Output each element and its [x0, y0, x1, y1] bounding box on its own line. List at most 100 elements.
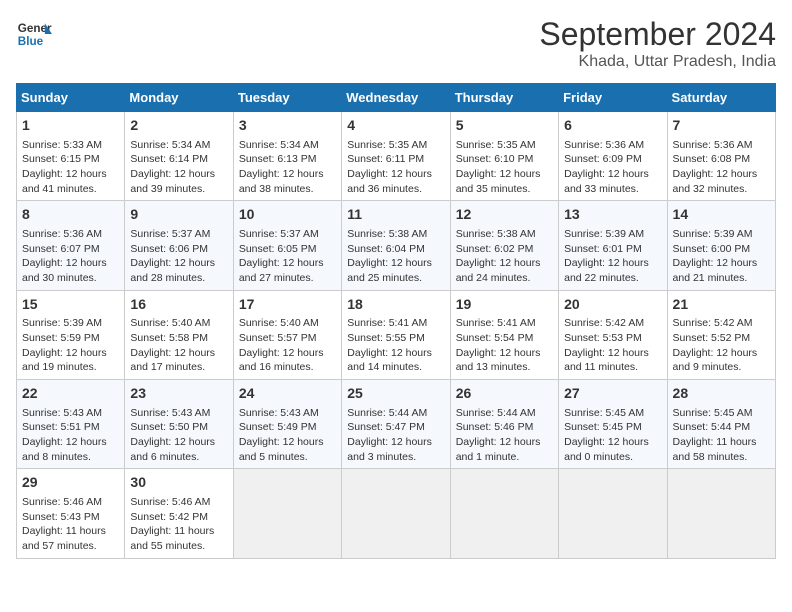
day-number: 25 [347, 384, 444, 404]
calendar-day-cell [559, 469, 667, 558]
day-info: Sunrise: 5:37 AMSunset: 6:06 PMDaylight:… [130, 228, 215, 284]
day-info: Sunrise: 5:33 AMSunset: 6:15 PMDaylight:… [22, 139, 107, 195]
title-area: September 2024 Khada, Uttar Pradesh, Ind… [539, 16, 776, 71]
day-info: Sunrise: 5:35 AMSunset: 6:10 PMDaylight:… [456, 139, 541, 195]
calendar-day-cell: 2Sunrise: 5:34 AMSunset: 6:14 PMDaylight… [125, 112, 233, 201]
calendar-day-cell: 17Sunrise: 5:40 AMSunset: 5:57 PMDayligh… [233, 290, 341, 379]
day-number: 10 [239, 205, 336, 225]
day-number: 26 [456, 384, 553, 404]
calendar-week-row: 1 Sunrise: 5:33 AMSunset: 6:15 PMDaylight… [17, 112, 776, 201]
calendar-day-cell: 25 Sunrise: 5:44 AMSunset: 5:47 PMDayligh… [342, 380, 450, 469]
day-info: Sunrise: 5:43 AMSunset: 5:49 PMDaylight:… [239, 407, 324, 463]
header-thursday: Thursday [450, 84, 558, 112]
day-info: Sunrise: 5:39 AMSunset: 6:00 PMDaylight:… [673, 228, 758, 284]
calendar-week-row: 29 Sunrise: 5:46 AMSunset: 5:43 PMDayligh… [17, 469, 776, 558]
calendar-day-cell: 15Sunrise: 5:39 AMSunset: 5:59 PMDayligh… [17, 290, 125, 379]
day-number: 19 [456, 295, 553, 315]
day-number: 23 [130, 384, 227, 404]
day-number: 16 [130, 295, 227, 315]
calendar-week-row: 22 Sunrise: 5:43 AMSunset: 5:51 PMDayligh… [17, 380, 776, 469]
calendar-day-cell: 21Sunrise: 5:42 AMSunset: 5:52 PMDayligh… [667, 290, 775, 379]
day-info: Sunrise: 5:42 AMSunset: 5:53 PMDaylight:… [564, 317, 649, 373]
calendar-day-cell: 9 Sunrise: 5:37 AMSunset: 6:06 PMDaylight… [125, 201, 233, 290]
day-info: Sunrise: 5:36 AMSunset: 6:09 PMDaylight:… [564, 139, 649, 195]
calendar-day-cell: 1 Sunrise: 5:33 AMSunset: 6:15 PMDaylight… [17, 112, 125, 201]
day-info: Sunrise: 5:46 AMSunset: 5:43 PMDaylight:… [22, 496, 106, 552]
calendar-day-cell: 26 Sunrise: 5:44 AMSunset: 5:46 PMDayligh… [450, 380, 558, 469]
day-info: Sunrise: 5:45 AMSunset: 5:44 PMDaylight:… [673, 407, 757, 463]
calendar-day-cell: 24 Sunrise: 5:43 AMSunset: 5:49 PMDayligh… [233, 380, 341, 469]
day-number: 18 [347, 295, 444, 315]
day-number: 5 [456, 116, 553, 136]
day-number: 14 [673, 205, 770, 225]
day-info: Sunrise: 5:36 AMSunset: 6:07 PMDaylight:… [22, 228, 107, 284]
calendar-day-cell: 16Sunrise: 5:40 AMSunset: 5:58 PMDayligh… [125, 290, 233, 379]
calendar-day-cell: 10 Sunrise: 5:37 AMSunset: 6:05 PMDayligh… [233, 201, 341, 290]
day-number: 11 [347, 205, 444, 225]
day-info: Sunrise: 5:44 AMSunset: 5:47 PMDaylight:… [347, 407, 432, 463]
day-info: Sunrise: 5:43 AMSunset: 5:50 PMDaylight:… [130, 407, 215, 463]
day-number: 29 [22, 473, 119, 493]
calendar-day-cell [233, 469, 341, 558]
day-number: 9 [130, 205, 227, 225]
day-info: Sunrise: 5:36 AMSunset: 6:08 PMDaylight:… [673, 139, 758, 195]
header-sunday: Sunday [17, 84, 125, 112]
logo: General Blue [16, 16, 52, 52]
day-info: Sunrise: 5:39 AMSunset: 5:59 PMDaylight:… [22, 317, 107, 373]
header-friday: Friday [559, 84, 667, 112]
day-number: 27 [564, 384, 661, 404]
day-number: 20 [564, 295, 661, 315]
day-number: 1 [22, 116, 119, 136]
calendar-day-cell: 18Sunrise: 5:41 AMSunset: 5:55 PMDayligh… [342, 290, 450, 379]
calendar-day-cell: 29 Sunrise: 5:46 AMSunset: 5:43 PMDayligh… [17, 469, 125, 558]
day-number: 4 [347, 116, 444, 136]
calendar-day-cell: 5 Sunrise: 5:35 AMSunset: 6:10 PMDaylight… [450, 112, 558, 201]
day-info: Sunrise: 5:42 AMSunset: 5:52 PMDaylight:… [673, 317, 758, 373]
day-number: 30 [130, 473, 227, 493]
logo-icon: General Blue [16, 16, 52, 52]
day-info: Sunrise: 5:46 AMSunset: 5:42 PMDaylight:… [130, 496, 214, 552]
calendar-day-cell: 12Sunrise: 5:38 AMSunset: 6:02 PMDayligh… [450, 201, 558, 290]
calendar-day-cell: 6Sunrise: 5:36 AMSunset: 6:09 PMDaylight… [559, 112, 667, 201]
day-number: 15 [22, 295, 119, 315]
day-number: 13 [564, 205, 661, 225]
calendar-table: SundayMondayTuesdayWednesdayThursdayFrid… [16, 83, 776, 559]
calendar-day-cell [667, 469, 775, 558]
day-number: 7 [673, 116, 770, 136]
calendar-day-cell: 11 Sunrise: 5:38 AMSunset: 6:04 PMDayligh… [342, 201, 450, 290]
calendar-day-cell [342, 469, 450, 558]
header-tuesday: Tuesday [233, 84, 341, 112]
page-title: September 2024 [539, 16, 776, 53]
header-monday: Monday [125, 84, 233, 112]
calendar-week-row: 15Sunrise: 5:39 AMSunset: 5:59 PMDayligh… [17, 290, 776, 379]
header-wednesday: Wednesday [342, 84, 450, 112]
calendar-day-cell: 7 Sunrise: 5:36 AMSunset: 6:08 PMDaylight… [667, 112, 775, 201]
calendar-day-cell: 14 Sunrise: 5:39 AMSunset: 6:00 PMDayligh… [667, 201, 775, 290]
day-info: Sunrise: 5:38 AMSunset: 6:04 PMDaylight:… [347, 228, 432, 284]
day-info: Sunrise: 5:38 AMSunset: 6:02 PMDaylight:… [456, 228, 541, 284]
day-number: 17 [239, 295, 336, 315]
day-number: 21 [673, 295, 770, 315]
day-number: 24 [239, 384, 336, 404]
calendar-day-cell: 3Sunrise: 5:34 AMSunset: 6:13 PMDaylight… [233, 112, 341, 201]
calendar-header-row: SundayMondayTuesdayWednesdayThursdayFrid… [17, 84, 776, 112]
calendar-day-cell [450, 469, 558, 558]
calendar-day-cell: 27Sunrise: 5:45 AMSunset: 5:45 PMDayligh… [559, 380, 667, 469]
calendar-day-cell: 13Sunrise: 5:39 AMSunset: 6:01 PMDayligh… [559, 201, 667, 290]
day-info: Sunrise: 5:40 AMSunset: 5:58 PMDaylight:… [130, 317, 215, 373]
day-info: Sunrise: 5:44 AMSunset: 5:46 PMDaylight:… [456, 407, 541, 463]
day-number: 22 [22, 384, 119, 404]
header-saturday: Saturday [667, 84, 775, 112]
page-header: General Blue September 2024 Khada, Uttar… [16, 16, 776, 71]
calendar-day-cell: 28Sunrise: 5:45 AMSunset: 5:44 PMDayligh… [667, 380, 775, 469]
day-info: Sunrise: 5:34 AMSunset: 6:14 PMDaylight:… [130, 139, 215, 195]
day-info: Sunrise: 5:40 AMSunset: 5:57 PMDaylight:… [239, 317, 324, 373]
calendar-day-cell: 22 Sunrise: 5:43 AMSunset: 5:51 PMDayligh… [17, 380, 125, 469]
day-info: Sunrise: 5:43 AMSunset: 5:51 PMDaylight:… [22, 407, 107, 463]
calendar-day-cell: 19Sunrise: 5:41 AMSunset: 5:54 PMDayligh… [450, 290, 558, 379]
page-subtitle: Khada, Uttar Pradesh, India [539, 53, 776, 71]
day-info: Sunrise: 5:35 AMSunset: 6:11 PMDaylight:… [347, 139, 432, 195]
day-info: Sunrise: 5:37 AMSunset: 6:05 PMDaylight:… [239, 228, 324, 284]
calendar-day-cell: 8Sunrise: 5:36 AMSunset: 6:07 PMDaylight… [17, 201, 125, 290]
day-number: 3 [239, 116, 336, 136]
